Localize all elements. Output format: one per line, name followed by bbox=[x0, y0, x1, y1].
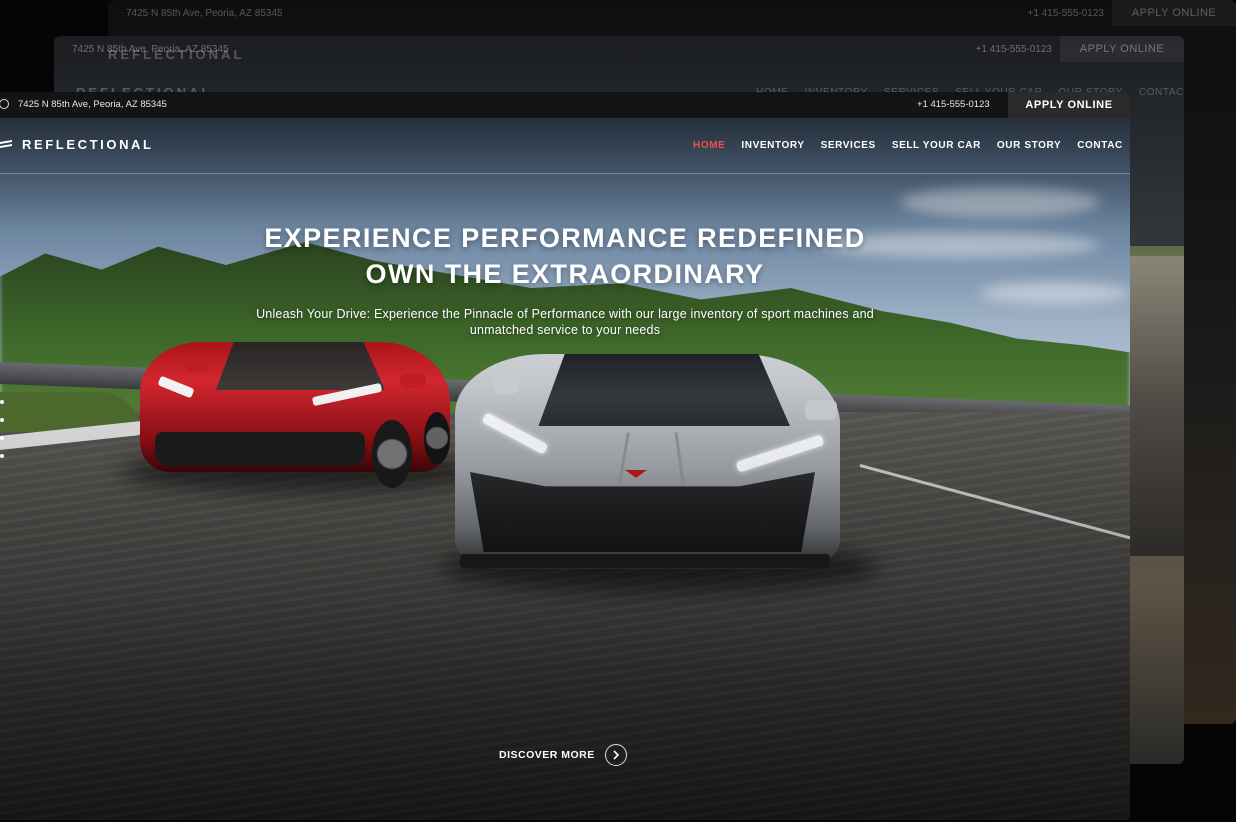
nav-inventory[interactable]: INVENTORY bbox=[741, 140, 804, 151]
slider-dots[interactable] bbox=[0, 400, 4, 458]
hero-subtitle: Unleash Your Drive: Experience the Pinna… bbox=[256, 307, 874, 337]
slider-dot[interactable] bbox=[0, 436, 4, 440]
hero-background-image bbox=[0, 92, 1130, 820]
nav-our-story[interactable]: OUR STORY bbox=[997, 140, 1061, 151]
ghost-nav-item: CONTAC bbox=[1138, 86, 1184, 98]
top-info-bar: 7425 N 85th Ave, Peoria, AZ 85345 +1 415… bbox=[0, 92, 1130, 118]
hero-title-line-1: EXPERIENCE PERFORMANCE REDEFINED bbox=[264, 223, 866, 253]
hero-overlay bbox=[0, 92, 1130, 820]
slider-dot[interactable] bbox=[0, 400, 4, 404]
ghost-address: 7425 N 85th Ave, Peoria, AZ 85345 bbox=[126, 7, 283, 19]
discover-more-button[interactable]: DISCOVER MORE bbox=[499, 744, 627, 766]
ghost-topbar: 7425 N 85th Ave, Peoria, AZ 85345 +1 415… bbox=[108, 0, 1236, 26]
brand-logo[interactable]: REFLECTIONAL bbox=[0, 137, 154, 152]
hero-title: EXPERIENCE PERFORMANCE REDEFINED OWN THE… bbox=[0, 220, 1130, 292]
address-text: 7425 N 85th Ave, Peoria, AZ 85345 bbox=[18, 99, 167, 110]
discover-more-label: DISCOVER MORE bbox=[499, 749, 595, 761]
ghost-phone: +1 415-555-0123 bbox=[1027, 7, 1104, 19]
logo-mark-icon bbox=[0, 139, 12, 148]
ghost-mid-nav-a: REFLECTIONAL bbox=[54, 46, 1184, 62]
slider-dot[interactable] bbox=[0, 418, 4, 422]
map-pin-icon bbox=[0, 99, 9, 109]
brand-name: REFLECTIONAL bbox=[22, 137, 154, 152]
nav-contact[interactable]: CONTAC bbox=[1077, 140, 1123, 151]
website-window: 7425 N 85th Ave, Peoria, AZ 85345 +1 415… bbox=[0, 92, 1130, 820]
hero-title-line-2: OWN THE EXTRAORDINARY bbox=[365, 259, 765, 289]
phone-link[interactable]: +1 415-555-0123 bbox=[917, 99, 990, 110]
nav-sell-your-car[interactable]: SELL YOUR CAR bbox=[892, 140, 981, 151]
mid-road bbox=[1130, 256, 1184, 556]
nav-home[interactable]: HOME bbox=[693, 140, 725, 151]
chevron-right-icon bbox=[604, 744, 627, 766]
apply-online-button[interactable]: APPLY ONLINE bbox=[1008, 92, 1130, 118]
ghost-mid-logo: REFLECTIONAL bbox=[108, 46, 245, 62]
slider-dot[interactable] bbox=[0, 454, 4, 458]
main-navbar: REFLECTIONAL HOME INVENTORY SERVICES SEL… bbox=[0, 118, 1130, 174]
nav-services[interactable]: SERVICES bbox=[821, 140, 876, 151]
nav-links: HOME INVENTORY SERVICES SELL YOUR CAR OU… bbox=[693, 140, 1123, 151]
ghost-apply-button: APPLY ONLINE bbox=[1112, 0, 1236, 26]
